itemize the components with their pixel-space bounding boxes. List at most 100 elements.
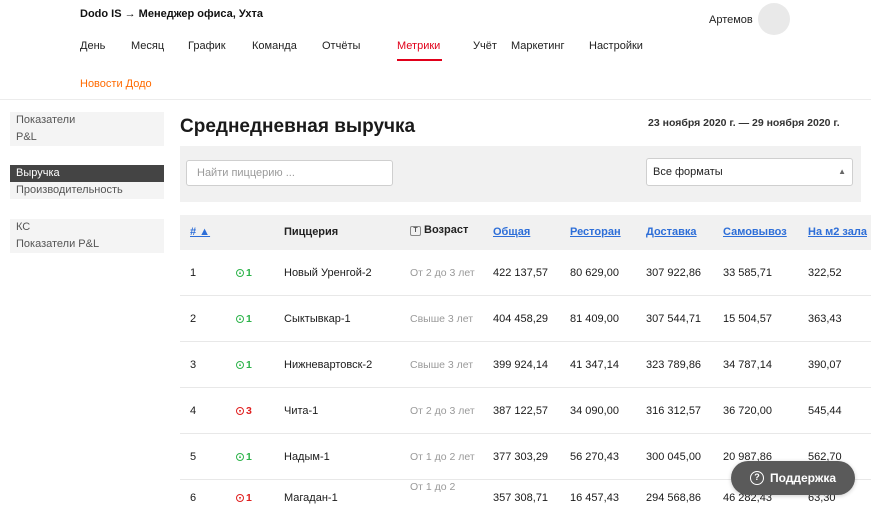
filter-icon[interactable]: T — [410, 226, 421, 236]
nav-item-day[interactable]: День — [80, 40, 105, 52]
table-row: 3 1 Нижневартовск-2 Свыше 3 лет 399 924,… — [180, 342, 871, 388]
nav-item-month[interactable]: Месяц — [131, 40, 164, 52]
sidebar-group-indicators: Показатели P&L — [10, 112, 164, 146]
rank-change: 1 — [236, 434, 252, 480]
arrow-up-icon — [236, 453, 244, 461]
user-name[interactable]: Артемов — [709, 14, 753, 26]
table-row: 2 1 Сыктывкар-1 Свыше 3 лет 404 458,29 8… — [180, 296, 871, 342]
total-cell: 377 303,29 — [493, 451, 549, 463]
per-m2-sort-header[interactable]: На м2 зала — [808, 226, 867, 238]
filter-panel: Все форматы ▲ — [180, 146, 861, 202]
arrow-up-icon — [236, 361, 244, 369]
date-range[interactable]: 23 ноября 2020 г. — 29 ноября 2020 г. — [648, 117, 840, 129]
nav-item-settings[interactable]: Настройки — [589, 40, 643, 52]
app-title: Dodo IS → Менеджер офиса, Ухта — [80, 8, 264, 20]
rank-cell: 5 — [190, 451, 197, 463]
age-cell: От 2 до 3 лет — [410, 266, 475, 279]
age-cell: Свыше 3 лет — [410, 358, 474, 371]
per-m2-cell: 363,43 — [808, 313, 842, 325]
total-sort-header[interactable]: Общая — [493, 226, 530, 238]
pizzeria-cell[interactable]: Новый Уренгой-2 — [284, 250, 372, 296]
total-cell: 387 122,57 — [493, 405, 549, 417]
delivery-cell: 294 568,86 — [646, 492, 702, 504]
nav-item-team[interactable]: Команда — [252, 40, 297, 52]
nav-active-indicator — [397, 59, 442, 61]
table-header: # ▲ Пиццерия T Возраст Общая Ресторан Дос… — [180, 215, 871, 250]
total-cell: 404 458,29 — [493, 313, 549, 325]
age-cell: От 2 до 3 лет — [410, 404, 475, 417]
page-title: Среднедневная выручка — [180, 116, 416, 137]
pizzeria-cell[interactable]: Чита-1 — [284, 388, 318, 434]
pizzeria-cell[interactable]: Сыктывкар-1 — [284, 296, 351, 342]
rank-cell: 2 — [190, 313, 197, 325]
restaurant-cell: 80 629,00 — [570, 267, 619, 279]
format-select[interactable]: Все форматы ▲ — [646, 158, 853, 186]
restaurant-cell: 41 347,14 — [570, 359, 619, 371]
rank-cell: 1 — [190, 267, 197, 279]
support-label: Поддержка — [769, 471, 837, 485]
pickup-cell: 34 787,14 — [723, 359, 772, 371]
search-input[interactable] — [186, 160, 393, 186]
age-cell: От 1 до 2 — [410, 480, 456, 493]
news-link[interactable]: Новости Додо — [80, 78, 152, 90]
total-cell: 422 137,57 — [493, 267, 549, 279]
restaurant-cell: 16 457,43 — [570, 492, 619, 504]
help-icon: ? — [749, 471, 764, 485]
pizzeria-cell[interactable]: Надым-1 — [284, 434, 330, 480]
sidebar-item-productivity[interactable]: Производительность — [10, 182, 164, 199]
nav-item-accounting[interactable]: Учёт — [473, 40, 497, 52]
nav-item-metrics[interactable]: Метрики — [397, 40, 440, 52]
rank-cell: 4 — [190, 405, 197, 417]
sidebar-group-ks: КС Показатели P&L — [10, 219, 164, 253]
pickup-cell: 36 720,00 — [723, 405, 772, 417]
table-row: 1 1 Новый Уренгой-2 От 2 до 3 лет 422 13… — [180, 250, 871, 296]
sidebar-item-pnl[interactable]: P&L — [10, 129, 164, 146]
age-cell: Свыше 3 лет — [410, 312, 474, 325]
sidebar-item-revenue[interactable]: Выручка — [10, 165, 164, 182]
per-m2-cell: 545,44 — [808, 405, 842, 417]
arrow-up-icon — [236, 269, 244, 277]
table-row: 4 3 Чита-1 От 2 до 3 лет 387 122,57 34 0… — [180, 388, 871, 434]
pizzeria-cell[interactable]: Магадан-1 — [284, 475, 338, 506]
pickup-sort-header[interactable]: Самовывоз — [723, 226, 787, 238]
pizzeria-cell[interactable]: Нижневартовск-2 — [284, 342, 372, 388]
rank-change: 3 — [236, 388, 252, 434]
nav-item-reports[interactable]: Отчёты — [322, 40, 360, 52]
arrow-down-icon — [236, 494, 244, 502]
restaurant-cell: 81 409,00 — [570, 313, 619, 325]
restaurant-sort-header[interactable]: Ресторан — [570, 226, 621, 238]
select-arrows-icon: ▲ — [838, 167, 846, 176]
arrow-up-icon — [236, 315, 244, 323]
restaurant-cell: 56 270,43 — [570, 451, 619, 463]
rank-change: 1 — [236, 296, 252, 342]
nav-item-marketing[interactable]: Маркетинг — [511, 40, 564, 52]
pickup-cell: 33 585,71 — [723, 267, 772, 279]
per-m2-cell: 322,52 — [808, 267, 842, 279]
delivery-cell: 323 789,86 — [646, 359, 702, 371]
age-header[interactable]: T Возраст — [410, 224, 468, 236]
pickup-cell: 15 504,57 — [723, 313, 772, 325]
sidebar-item-indicators[interactable]: Показатели — [10, 112, 164, 129]
delivery-cell: 300 045,00 — [646, 451, 702, 463]
rank-change: 1 — [236, 250, 252, 296]
age-header-label: Возраст — [424, 224, 469, 236]
pizzeria-header: Пиццерия — [284, 226, 339, 238]
total-cell: 357 308,71 — [493, 492, 549, 504]
arrow-down-icon — [236, 407, 244, 415]
avatar[interactable] — [758, 3, 790, 35]
sidebar-group-revenue: Выручка Производительность — [10, 165, 164, 199]
header-divider — [0, 99, 871, 100]
restaurant-cell: 34 090,00 — [570, 405, 619, 417]
support-button[interactable]: ? Поддержка — [731, 461, 855, 495]
rank-sort-header[interactable]: # ▲ — [190, 226, 210, 238]
sidebar-item-pnl-indicators[interactable]: Показатели P&L — [10, 236, 164, 253]
rank-change: 1 — [236, 475, 252, 506]
sidebar-item-ks[interactable]: КС — [10, 219, 164, 236]
delivery-cell: 307 544,71 — [646, 313, 702, 325]
rank-cell: 6 — [190, 492, 197, 504]
nav-item-schedule[interactable]: График — [188, 40, 226, 52]
format-select-value: Все форматы — [653, 166, 723, 178]
rank-change: 1 — [236, 342, 252, 388]
delivery-cell: 307 922,86 — [646, 267, 702, 279]
delivery-sort-header[interactable]: Доставка — [646, 226, 697, 238]
